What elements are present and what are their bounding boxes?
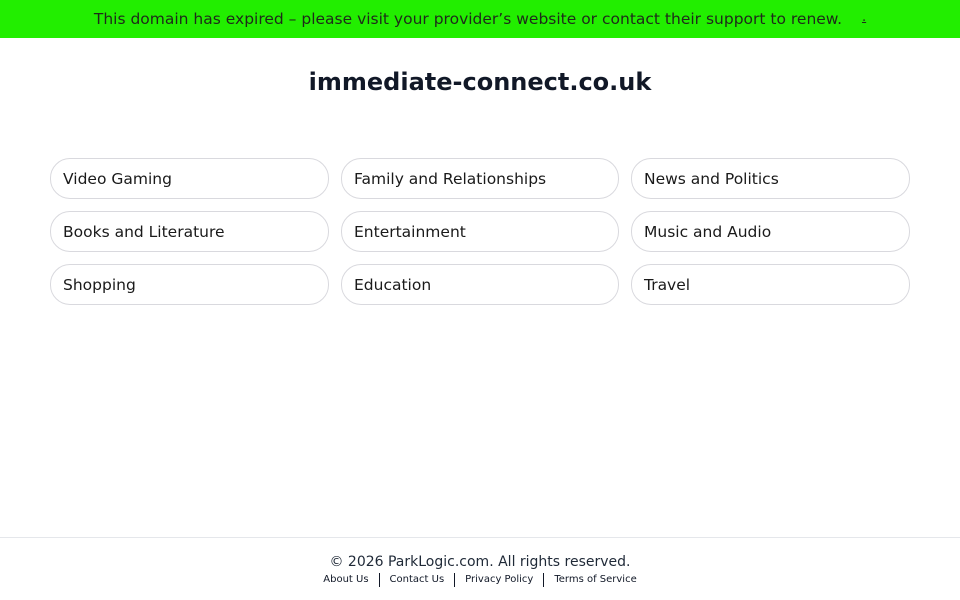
footer-links: About Us Contact Us Privacy Policy Terms… bbox=[0, 573, 960, 587]
category-travel[interactable]: Travel bbox=[631, 264, 910, 305]
expired-message: This domain has expired – please visit y… bbox=[93, 10, 842, 28]
category-grid: Video Gaming Family and Relationships Ne… bbox=[50, 158, 910, 305]
category-entertainment[interactable]: Entertainment bbox=[341, 211, 619, 252]
contact-us-link[interactable]: Contact Us bbox=[380, 573, 455, 587]
category-video-gaming[interactable]: Video Gaming bbox=[50, 158, 329, 199]
footer: © 2026 ParkLogic.com. All rights reserve… bbox=[0, 537, 960, 600]
copyright-text: © 2026 ParkLogic.com. All rights reserve… bbox=[329, 554, 631, 570]
domain-title: immediate-connect.co.uk bbox=[308, 68, 652, 96]
category-shopping[interactable]: Shopping bbox=[50, 264, 329, 305]
expired-banner: This domain has expired – please visit y… bbox=[0, 0, 960, 38]
banner-link[interactable]: . bbox=[862, 10, 866, 25]
terms-of-service-link[interactable]: Terms of Service bbox=[544, 573, 646, 587]
category-family-and-relationships[interactable]: Family and Relationships bbox=[341, 158, 619, 199]
category-books-and-literature[interactable]: Books and Literature bbox=[50, 211, 329, 252]
about-us-link[interactable]: About Us bbox=[313, 573, 378, 587]
privacy-policy-link[interactable]: Privacy Policy bbox=[455, 573, 543, 587]
category-education[interactable]: Education bbox=[341, 264, 619, 305]
category-news-and-politics[interactable]: News and Politics bbox=[631, 158, 910, 199]
category-music-and-audio[interactable]: Music and Audio bbox=[631, 211, 910, 252]
